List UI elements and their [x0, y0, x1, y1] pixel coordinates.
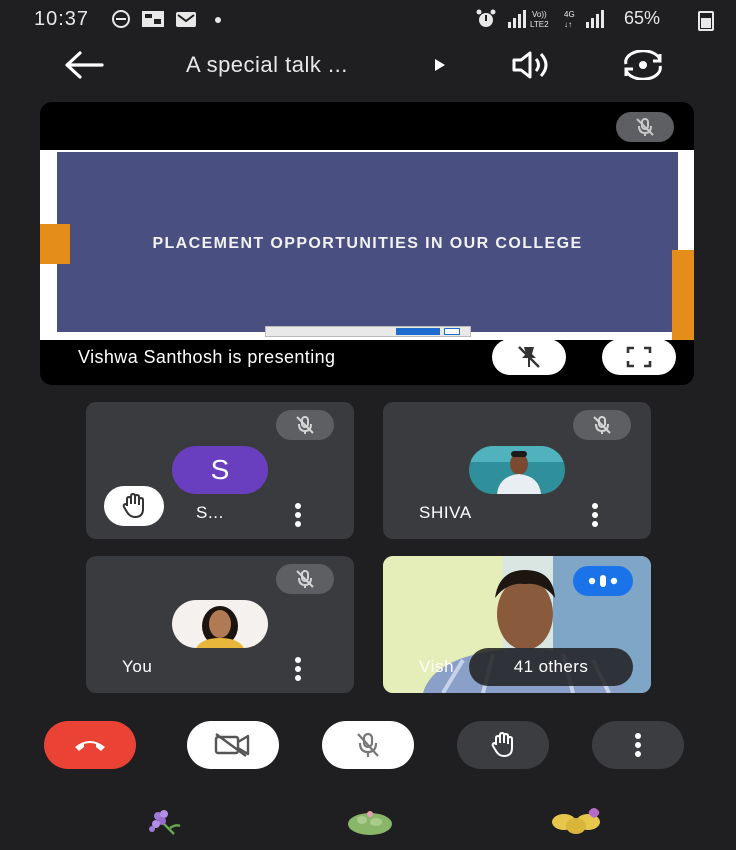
svg-text:LTE2: LTE2: [530, 20, 549, 29]
participant-name: Vish: [419, 657, 455, 676]
status-bar: 10:37 Vo)) LTE2 4G ↓↑ 65%: [0, 0, 736, 38]
more-options-icon[interactable]: [295, 503, 301, 530]
slide-title: PLACEMENT OPPORTUNITIES IN OUR COLLEGE: [152, 235, 583, 252]
participant-tile-you[interactable]: You: [86, 556, 354, 693]
end-call-button[interactable]: [44, 721, 136, 769]
raised-hand-badge: [104, 486, 164, 526]
participant-tile-video[interactable]: Vish 41 others: [383, 556, 651, 693]
battery-icon: [698, 11, 714, 31]
shared-slide: PLACEMENT OPPORTUNITIES IN OUR COLLEGE: [40, 150, 694, 340]
participant-name: SHIVA: [419, 503, 472, 522]
screen-share-bar: [265, 326, 471, 337]
fullscreen-button[interactable]: [602, 339, 676, 375]
mic-off-icon: [276, 410, 334, 440]
fullscreen-icon: [626, 346, 652, 368]
presenter-label: Vishwa Santhosh is presenting: [78, 347, 336, 367]
alarm-icon: [476, 9, 496, 34]
mic-toggle-button[interactable]: [322, 721, 414, 769]
others-count-badge[interactable]: 41 others: [469, 648, 633, 686]
svg-text:Vo)): Vo)): [532, 10, 547, 19]
mic-off-icon: [357, 732, 379, 757]
participant-tile-shiva[interactable]: SHIVA: [383, 402, 651, 539]
more-options-icon[interactable]: [592, 503, 598, 530]
more-options-button[interactable]: [592, 721, 684, 769]
hand-icon: [122, 493, 144, 518]
notification-icons: [112, 10, 222, 35]
camera-toggle-button[interactable]: [187, 721, 279, 769]
camera-switch-icon[interactable]: [618, 49, 668, 85]
participant-tile-s[interactable]: S S...: [86, 402, 354, 539]
phone-hangup-icon: [75, 741, 105, 751]
mic-off-icon: [616, 112, 674, 142]
heart-flower-icon[interactable]: [546, 806, 608, 841]
raise-hand-button[interactable]: [457, 721, 549, 769]
meeting-title[interactable]: A special talk ...: [186, 52, 348, 78]
mic-off-icon: [573, 410, 631, 440]
presentation-panel[interactable]: PLACEMENT OPPORTUNITIES IN OUR COLLEGE V…: [40, 102, 694, 385]
unpin-icon: [518, 346, 540, 368]
self-photo: [172, 600, 268, 648]
avatar: S: [172, 446, 268, 494]
flower-icon[interactable]: [142, 806, 186, 841]
status-time: 10:37: [34, 8, 90, 30]
more-options-icon: [635, 733, 641, 757]
camera-off-icon: [214, 733, 250, 757]
mic-off-icon: [276, 564, 334, 594]
participant-name: S...: [196, 503, 224, 522]
speaking-indicator-icon: [573, 566, 633, 596]
speaker-icon[interactable]: [510, 50, 554, 85]
unpin-button[interactable]: [492, 339, 566, 375]
signal-indicators: Vo)) LTE2 4G ↓↑: [506, 8, 612, 31]
svg-text:↓↑: ↓↑: [564, 20, 572, 29]
more-options-icon[interactable]: [295, 657, 301, 684]
participant-photo: [469, 446, 565, 494]
participant-name: You: [122, 657, 153, 676]
back-arrow-icon[interactable]: [62, 50, 104, 85]
hand-icon: [491, 732, 513, 757]
play-triangle-icon[interactable]: [434, 58, 446, 77]
slide-accent-right: [672, 250, 694, 340]
svg-text:4G: 4G: [564, 10, 575, 19]
cactus-icon[interactable]: [344, 808, 396, 841]
battery-percent: 65%: [624, 8, 661, 28]
